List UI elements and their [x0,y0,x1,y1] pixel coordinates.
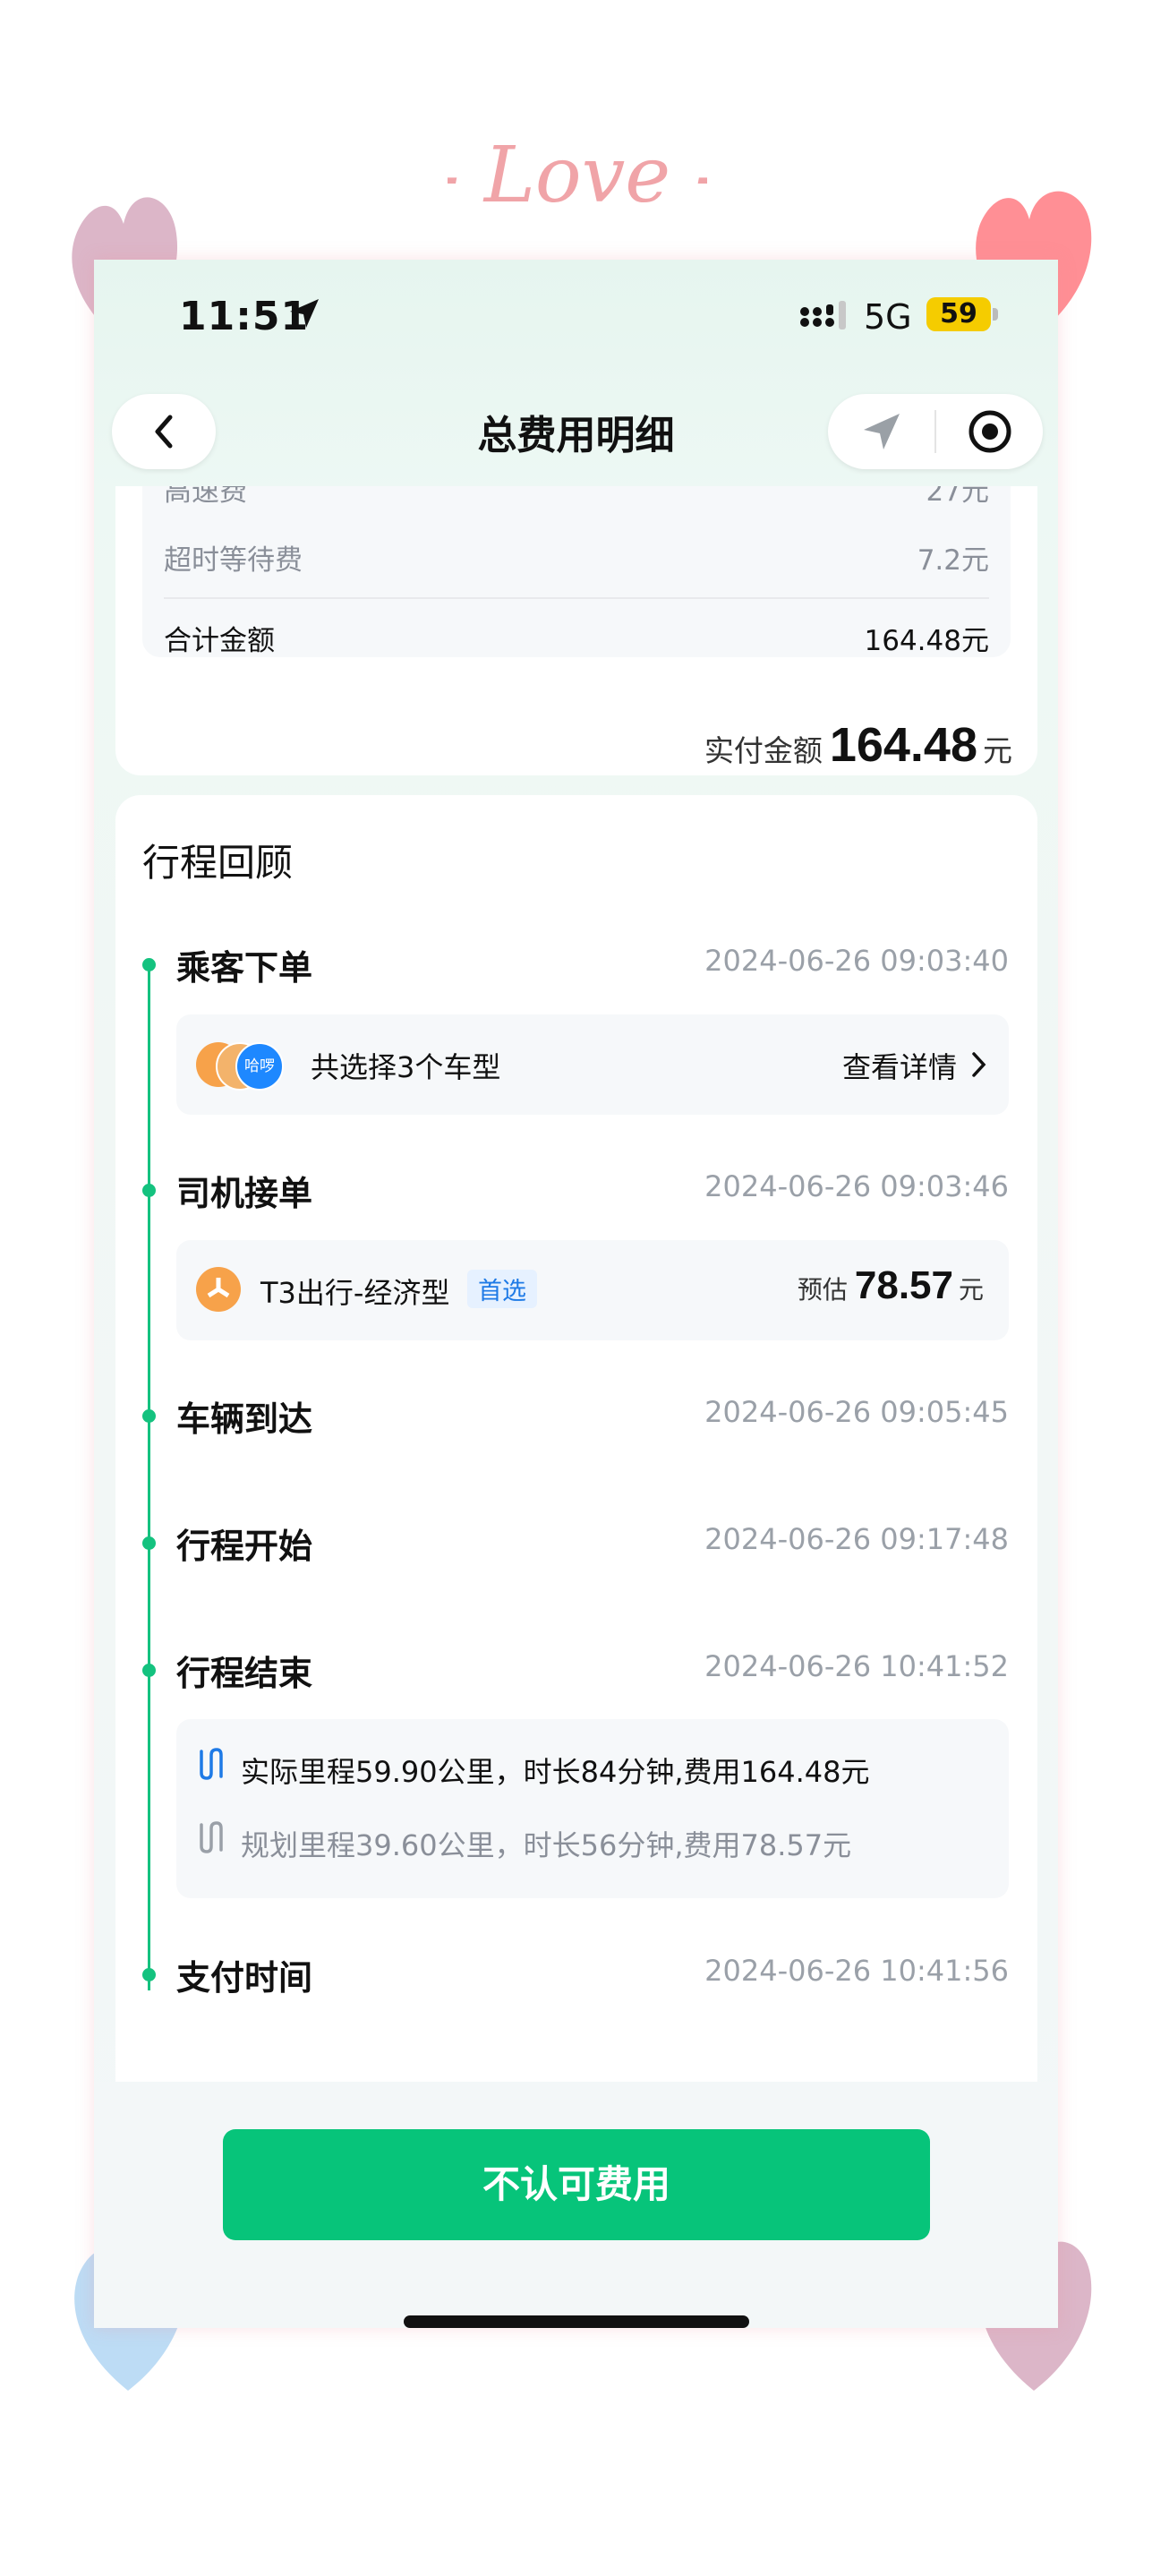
event-time: 2024-06-26 10:41:56 [704,1954,1009,1988]
driver-service-box: T3出行-经济型 首选 预估 78.57 元 [176,1240,1009,1340]
timeline-dot [142,1664,156,1677]
love-decoration: - Love - [433,116,721,251]
signal-icon [800,301,846,329]
timeline-dot [142,958,156,971]
preferred-badge: 首选 [467,1270,537,1308]
actual-route-text: 实际里程59.90公里，时长84分钟,费用164.48元 [241,1755,870,1789]
event-name: 行程结束 [176,1654,313,1693]
event-time: 2024-06-26 09:03:40 [704,944,1009,978]
fee-row-total: 合计金额 164.48元 [164,618,989,658]
battery-level: 59 [926,297,991,331]
fee-row-highway: 高速费 27元 [164,486,989,509]
fee-summary-card: 高速费 27元 超时等待费 7.2元 合计金额 164.48元 实付金额 164… [115,486,1037,775]
trip-review-card: 行程回顾 乘客下单 2024-06-26 09:03:40 哈啰 共选择3个车型… [115,795,1037,2082]
total-value: 164.48元 [864,625,989,657]
fee-label: 超时等待费 [164,544,303,577]
share-location-button[interactable] [828,394,934,469]
view-details-link[interactable]: 查看详情 [842,1045,957,1086]
estimate-label: 预估 [797,1275,848,1305]
route-icon [200,1748,223,1780]
planned-route-text: 规划里程39.60公里，时长56分钟,费用78.57元 [241,1828,852,1862]
estimate-unit: 元 [958,1275,984,1305]
fee-row-waiting: 超时等待费 7.2元 [164,537,989,578]
event-name: 支付时间 [176,1958,313,1998]
network-type: 5G [864,297,912,337]
event-time: 2024-06-26 10:41:52 [704,1649,1009,1683]
trip-review-title: 行程回顾 [142,841,294,885]
event-time: 2024-06-26 09:17:48 [704,1522,1009,1556]
timeline-dot [142,1968,156,1981]
paid-label: 实付金额 [704,733,823,768]
timeline-line [148,965,150,1990]
paid-amount: 164.48 [829,718,977,772]
location-arrow-icon [290,299,319,328]
hello-logo-icon: 哈啰 [235,1042,284,1091]
fee-value: 7.2元 [917,544,989,577]
close-mini-program-button[interactable] [936,394,1043,469]
service-name: T3出行-经济型 [260,1276,450,1310]
home-indicator [404,2315,749,2328]
navigation-arrow-icon [863,414,900,449]
event-name: 车辆到达 [176,1399,313,1439]
estimate-line: 预估 78.57 元 [798,1263,984,1308]
fee-label: 高速费 [164,486,247,508]
event-name: 行程开始 [176,1527,313,1566]
paid-amount-line: 实付金额 164.48 元 [704,717,1012,773]
estimate-amount: 78.57 [854,1263,953,1307]
route-icon [200,1821,223,1853]
order-models-box[interactable]: 哈啰 共选择3个车型 查看详情 [176,1014,1009,1115]
event-name: 司机接单 [176,1174,313,1213]
dispute-fee-button[interactable]: 不认可费用 [223,2129,930,2240]
total-label: 合计金额 [164,625,275,657]
svg-text:- Love -: - Love - [448,131,707,220]
event-time: 2024-06-26 09:05:45 [704,1395,1009,1429]
timeline-dot [142,1184,156,1197]
models-count-text: 共选择3个车型 [311,1050,501,1084]
phone-screen: 11:51 5G 59 总费用明细 高速费 27元 超时等待费 7.2元 合计金… [94,260,1058,2328]
route-summary-box: 实际里程59.90公里，时长84分钟,费用164.48元 规划里程39.60公里… [176,1719,1009,1898]
timeline-dot [142,1536,156,1550]
fee-detail-box: 高速费 27元 超时等待费 7.2元 合计金额 164.48元 [142,486,1011,657]
event-time: 2024-06-26 09:03:46 [704,1169,1009,1203]
target-icon [969,410,1011,453]
battery-cap [993,308,998,321]
event-name: 乘客下单 [176,948,313,988]
fee-divider [164,597,989,599]
timeline-dot [142,1409,156,1423]
chevron-right-icon [972,1052,986,1077]
paid-unit: 元 [983,733,1012,768]
t3-logo-icon [196,1267,241,1312]
fee-value: 27元 [926,486,989,508]
mini-program-capsule [828,394,1043,469]
content-scroll-area[interactable]: 高速费 27元 超时等待费 7.2元 合计金额 164.48元 实付金额 164… [94,486,1058,2082]
